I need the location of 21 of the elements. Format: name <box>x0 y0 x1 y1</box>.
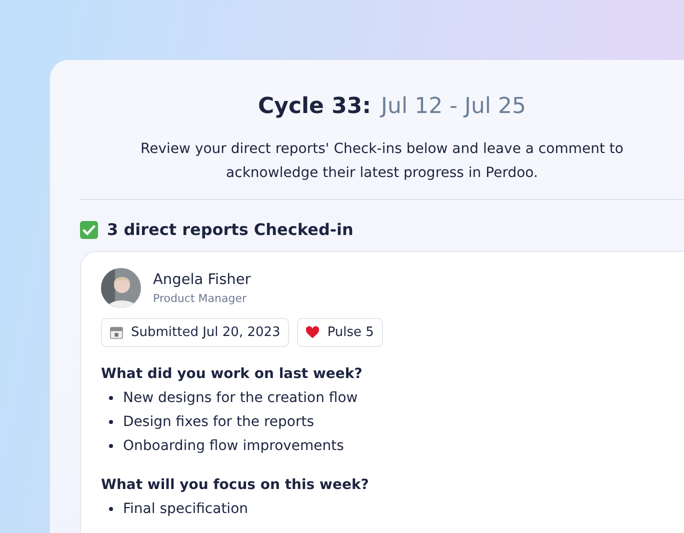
description: Review your direct reports' Check-ins below and leave a comment to acknowledge their latest progress in Perdoo. <box>140 140 624 183</box>
badge-label: Submitted Jul 20, 2023 <box>131 325 280 340</box>
calendar-icon <box>110 326 123 339</box>
answer-item: Onboarding flow improvements <box>123 437 344 456</box>
bullet-icon <box>109 420 113 424</box>
answer-item: Final specification <box>123 500 248 519</box>
bullet-icon <box>109 507 113 511</box>
question: What will you focus on this week? <box>101 477 369 493</box>
heart-icon <box>306 326 320 339</box>
checkmark-icon <box>80 220 98 238</box>
answer-item: New designs for the creation flow <box>123 389 358 408</box>
bullet-icon <box>109 444 113 448</box>
answer-item: Design fixes for the reports <box>123 413 314 432</box>
person-role: Product Manager <box>153 292 248 304</box>
question: What did you work on last week? <box>101 366 362 382</box>
cycle-dates: Jul 12 - Jul 25 <box>381 94 526 119</box>
section-title: 3 direct reports Checked-in <box>107 220 354 239</box>
cycle-title: Cycle 33: <box>258 94 372 119</box>
badge-label: Pulse 5 <box>327 325 374 340</box>
bullet-icon <box>109 396 113 400</box>
person-name: Angela Fisher <box>153 272 251 288</box>
